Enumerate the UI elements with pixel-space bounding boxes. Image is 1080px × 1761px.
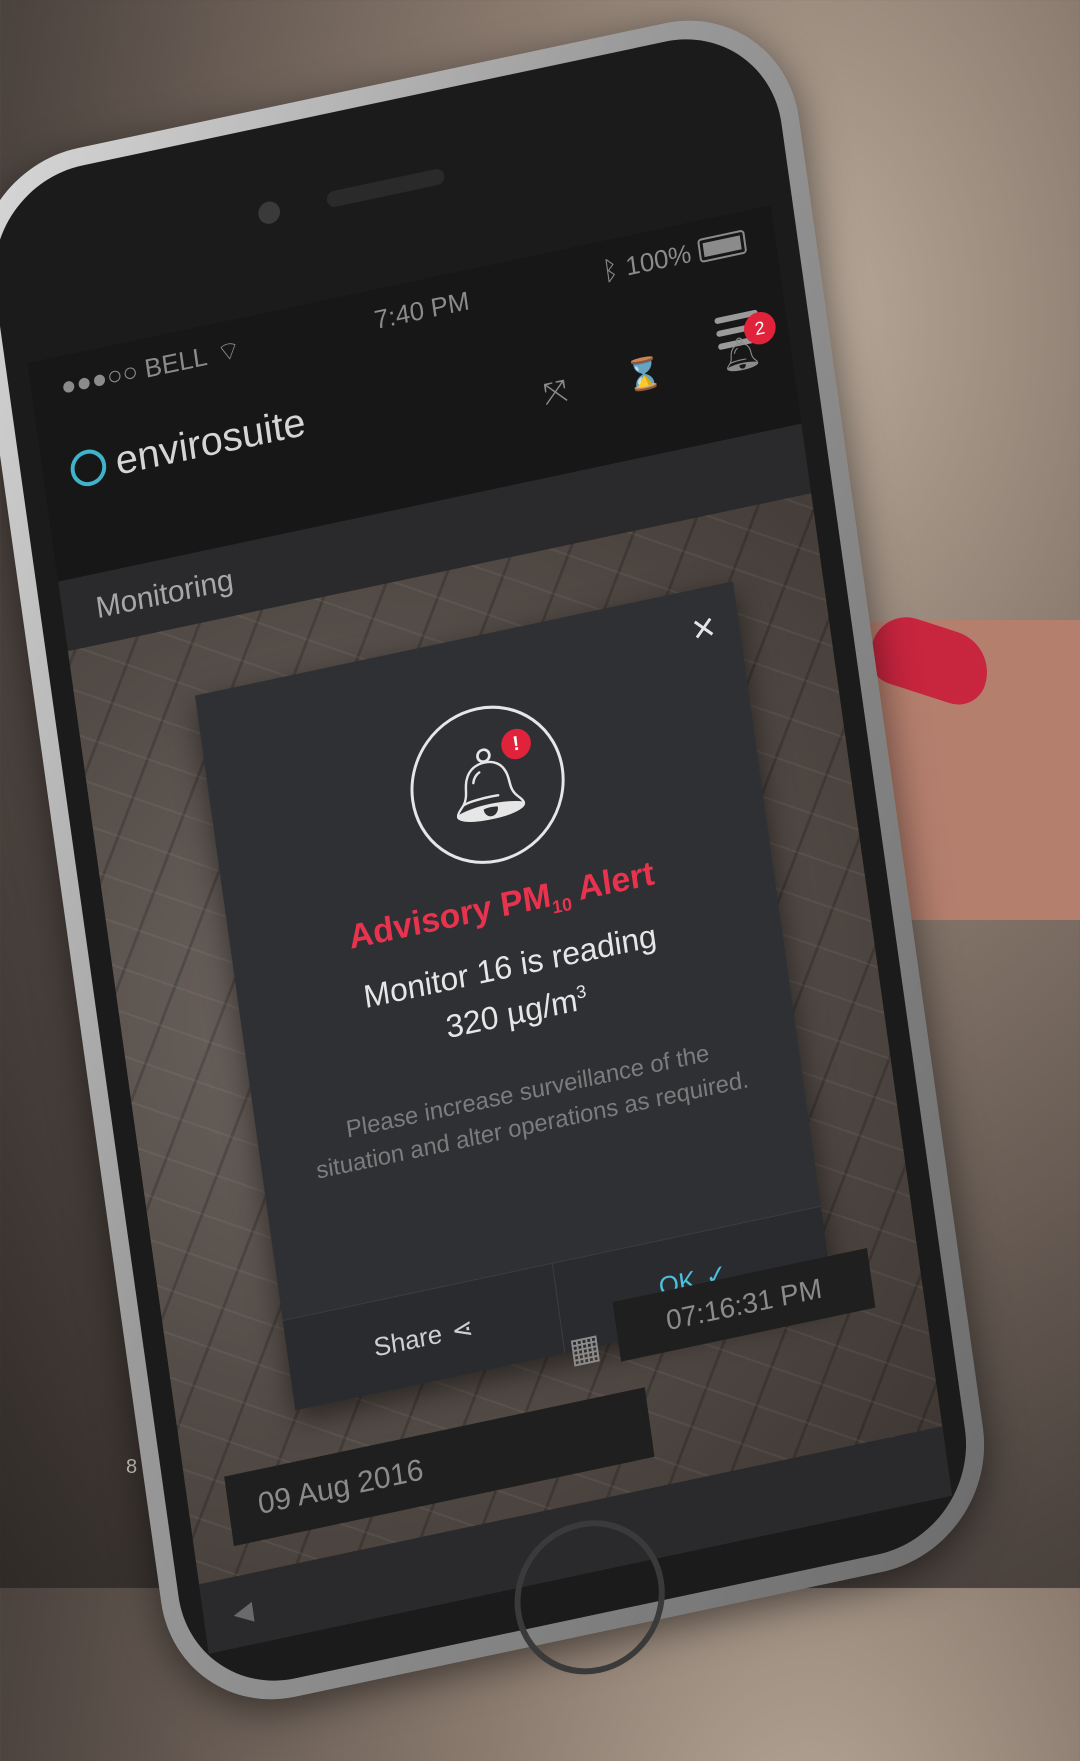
phone-device: ●●●○○ BELL ⌔ 7:40 PM ᛒ 100% envirosuite …	[0, 0, 1000, 1722]
calendar-icon[interactable]: ▦	[567, 1326, 604, 1372]
hourglass-icon[interactable]: ⌛	[623, 353, 665, 396]
alert-bell-badge: 🔔︎ !	[400, 691, 575, 879]
clock: 7:40 PM	[372, 284, 472, 335]
app-name: envirosuite	[112, 399, 309, 484]
battery-icon	[696, 229, 748, 264]
alert-title-subscript: 10	[550, 893, 574, 918]
section-title: Monitoring	[93, 563, 236, 626]
share-icon: ⋖	[449, 1311, 475, 1346]
alert-title-suffix: Alert	[575, 854, 657, 909]
rewind-icon[interactable]: ◀	[231, 1595, 255, 1630]
battery-percent: 100%	[623, 237, 693, 282]
close-icon[interactable]: ×	[689, 604, 718, 654]
bluetooth-icon: ᛒ	[600, 252, 620, 287]
reading-superscript: 3	[574, 980, 588, 1003]
envirosuite-logo-icon	[68, 446, 109, 490]
wifi-icon: ⌔	[214, 333, 243, 369]
fullscreen-icon[interactable]: ⤧	[541, 374, 569, 413]
share-label: Share	[371, 1317, 444, 1363]
app-logo: envirosuite	[68, 399, 308, 493]
page-number: 8	[126, 1456, 138, 1478]
